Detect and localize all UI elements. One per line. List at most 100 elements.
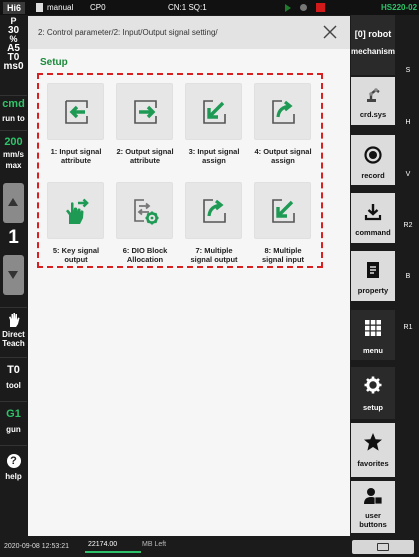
gun-value: G1 bbox=[6, 408, 21, 420]
right-sidebar: [0] robot mechanism crd.sys record comma… bbox=[351, 15, 419, 536]
axis-label-r1: R1 bbox=[403, 324, 413, 331]
favorites-button[interactable]: favorites bbox=[351, 423, 395, 477]
crd-sys-button[interactable]: crd.sys bbox=[351, 77, 395, 125]
left-sidebar: P 30 % A5 T0 ms0 cmd run to 200 mm/s max… bbox=[0, 15, 27, 535]
tile-label-line2: attribute bbox=[61, 156, 91, 165]
axis-label-r2: R2 bbox=[403, 222, 413, 229]
circle-status-icon bbox=[300, 4, 307, 11]
program-indicator: CP0 bbox=[90, 3, 106, 12]
top-status-bar: Hi6 manual CP0 CN:1 SQ:1 HS220-02 bbox=[0, 0, 419, 15]
tile-multiple-signal-input[interactable]: 8: Multiple signal input bbox=[254, 182, 312, 264]
command-button[interactable]: command bbox=[351, 193, 395, 243]
tile-button[interactable] bbox=[47, 182, 104, 239]
direct-teach-button[interactable]: Direct Teach bbox=[0, 307, 27, 355]
tile-dio-block-allocation[interactable]: 6: DIO Block Allocation bbox=[116, 182, 174, 264]
tile-multiple-signal-output[interactable]: 7: Multiple signal output bbox=[185, 182, 243, 264]
run-to-label: run to bbox=[2, 114, 25, 123]
arrow-right-out-box-icon bbox=[134, 100, 157, 124]
tile-label-line1: 2: Output signal bbox=[116, 147, 174, 156]
grid-menu-icon bbox=[365, 320, 381, 336]
keyboard-icon bbox=[377, 543, 389, 551]
tile-label-line1: 8: Multiple bbox=[264, 246, 302, 255]
axis-label-s: S bbox=[405, 67, 411, 74]
memory-value: 22174.00 bbox=[88, 541, 118, 548]
question-icon: ? bbox=[6, 454, 21, 468]
robot-label: [0] robot bbox=[354, 29, 392, 39]
tile-label-line2: assign bbox=[202, 156, 226, 165]
speed-unit: mm/s bbox=[3, 150, 24, 159]
memory-unit: MB Left bbox=[142, 541, 167, 548]
tile-button[interactable] bbox=[185, 182, 242, 239]
tile-output-signal-assign[interactable]: 4: Output signal assign bbox=[254, 83, 312, 165]
tile-button[interactable] bbox=[47, 83, 104, 140]
user-icon bbox=[364, 488, 383, 505]
datetime: 2020-09-08 12:53:21 bbox=[4, 543, 69, 550]
direct-label: Direct bbox=[2, 330, 25, 339]
tile-label-line2: attribute bbox=[130, 156, 160, 165]
speed-max: max bbox=[5, 161, 22, 170]
star-icon bbox=[364, 433, 382, 451]
play-icon bbox=[285, 4, 291, 12]
crd-sys-label: crd.sys bbox=[359, 110, 387, 119]
cn-sq-indicator: CN:1 SQ:1 bbox=[168, 3, 207, 12]
panel-header: 2: Control parameter/2: Input/Output sig… bbox=[28, 16, 350, 49]
user-buttons-button[interactable]: user buttons bbox=[351, 481, 395, 533]
hand-icon bbox=[8, 313, 19, 327]
favorites-label: favorites bbox=[357, 459, 389, 468]
gear-icon bbox=[364, 376, 382, 394]
menu-label: menu bbox=[362, 346, 383, 355]
close-icon[interactable] bbox=[321, 23, 339, 41]
tile-label-line2: signal output bbox=[190, 255, 238, 264]
step-number: 1 bbox=[8, 227, 19, 248]
tile-input-signal-assign[interactable]: 3: Input signal assign bbox=[185, 83, 243, 165]
setup-button[interactable]: setup bbox=[351, 367, 395, 419]
tile-label-line1: 3: Input signal bbox=[188, 147, 240, 156]
tile-label-line1: 7: Multiple bbox=[195, 246, 233, 255]
tile-button[interactable] bbox=[116, 182, 173, 239]
triangle-up-icon bbox=[8, 198, 18, 206]
help-label: help bbox=[5, 472, 22, 481]
gun-button[interactable]: G1 gun bbox=[0, 401, 27, 443]
panel-content: Setup 1: Input signal attribute 2: Outpu… bbox=[28, 49, 350, 536]
document-icon bbox=[36, 3, 43, 12]
download-icon bbox=[364, 204, 382, 221]
speed-value: 200 bbox=[4, 136, 23, 148]
tile-label-line2: assign bbox=[271, 156, 295, 165]
tool-button[interactable]: T0 tool bbox=[0, 357, 27, 399]
arrow-up-right-out-box-icon bbox=[203, 199, 226, 223]
command-label: command bbox=[355, 228, 391, 237]
gun-label: gun bbox=[6, 425, 21, 434]
io-settings-panel: 2: Control parameter/2: Input/Output sig… bbox=[28, 16, 350, 536]
hi6-logo: Hi6 bbox=[3, 2, 25, 14]
tile-input-signal-attribute[interactable]: 1: Input signal attribute bbox=[47, 83, 105, 165]
tile-button[interactable] bbox=[254, 83, 311, 140]
record-icon bbox=[364, 146, 382, 164]
memory-indicator: 22174.00 bbox=[85, 539, 141, 553]
step-up-button[interactable] bbox=[3, 183, 24, 223]
help-button[interactable]: ? help bbox=[0, 445, 27, 493]
tool-label: tool bbox=[6, 381, 21, 390]
tile-label-line1: 1: Input signal bbox=[50, 147, 102, 156]
tool-value: T0 bbox=[7, 364, 20, 376]
tile-button[interactable] bbox=[254, 182, 311, 239]
keyboard-button[interactable] bbox=[352, 540, 414, 554]
triangle-down-icon bbox=[8, 271, 18, 279]
menu-button[interactable]: menu bbox=[351, 310, 395, 360]
teach-label: Teach bbox=[2, 339, 25, 348]
property-button[interactable]: property bbox=[351, 251, 395, 301]
tile-output-signal-attribute[interactable]: 2: Output signal attribute bbox=[116, 83, 174, 165]
cmd-label: cmd bbox=[2, 98, 25, 110]
user-label: user bbox=[365, 511, 381, 520]
step-down-button[interactable] bbox=[3, 255, 24, 295]
cmd-run-to-button[interactable]: cmd run to bbox=[0, 95, 27, 131]
tile-key-signal-output[interactable]: 5: Key signal output bbox=[47, 182, 105, 264]
robot-mechanism-button[interactable]: [0] robot mechanism bbox=[351, 15, 395, 75]
record-button[interactable]: record bbox=[351, 135, 395, 185]
axis-label-h: H bbox=[405, 119, 411, 126]
mechanism-label: mechanism bbox=[351, 47, 396, 56]
tile-button[interactable] bbox=[185, 83, 242, 140]
status-ms0: ms0 bbox=[3, 61, 24, 72]
tile-button[interactable] bbox=[116, 83, 173, 140]
axis-label-v: V bbox=[405, 171, 411, 178]
record-label: record bbox=[361, 171, 385, 180]
